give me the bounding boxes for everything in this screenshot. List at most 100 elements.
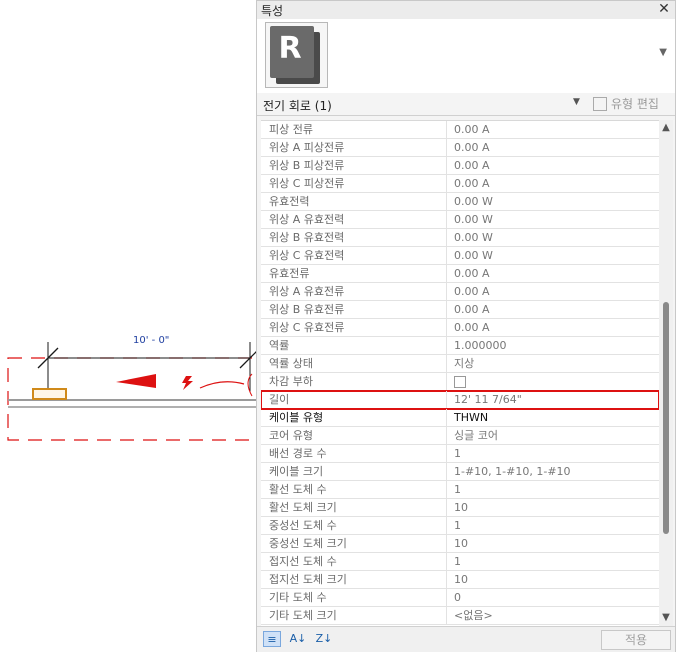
property-row[interactable]: 접지선 도체 크기 10 bbox=[261, 571, 659, 589]
property-value[interactable]: 0.00 A bbox=[447, 157, 659, 174]
type-selector[interactable]: R ▼ bbox=[257, 19, 675, 94]
property-value[interactable]: 0.00 W bbox=[447, 247, 659, 264]
property-row[interactable]: 배선 경로 수1 bbox=[261, 445, 659, 463]
property-row[interactable]: 기타 도체 수0 bbox=[261, 589, 659, 607]
property-row[interactable]: 위상 B 피상전류 0.00 A bbox=[261, 157, 659, 175]
property-label: 위상 C 유효전류 bbox=[261, 319, 447, 336]
apply-button[interactable]: 적용 bbox=[601, 630, 671, 650]
property-label: 위상 A 유효전력 bbox=[261, 211, 447, 228]
property-row[interactable]: 길이 12' 11 7/64" bbox=[261, 390, 659, 410]
property-label: 배선 경로 수 bbox=[261, 445, 447, 462]
property-label: 역률 상태 bbox=[261, 355, 447, 372]
property-value[interactable]: THWN bbox=[447, 409, 659, 426]
property-value[interactable]: 0.00 W bbox=[447, 229, 659, 246]
property-value[interactable]: 0.00 A bbox=[447, 319, 659, 336]
palette-title-bar[interactable]: 특성 ✕ bbox=[257, 1, 675, 19]
property-row[interactable]: 위상 B 유효전류 0.00 A bbox=[261, 301, 659, 319]
sort-descending-icon[interactable]: Z↓ bbox=[315, 631, 333, 647]
instance-filter-row: 전기 회로 (1) ▼ 유형 편집 bbox=[257, 93, 675, 116]
property-value[interactable]: 싱글 코어 bbox=[447, 427, 659, 444]
property-row[interactable]: 위상 A 피상전류 0.00 A bbox=[261, 139, 659, 157]
property-label: 역률 bbox=[261, 337, 447, 354]
property-value[interactable]: 1 bbox=[447, 517, 659, 534]
properties-scrollbar[interactable]: ▲ ▼ bbox=[659, 120, 673, 626]
edit-type-button[interactable]: 유형 편집 bbox=[593, 95, 659, 113]
property-value[interactable]: 0.00 A bbox=[447, 301, 659, 318]
property-row[interactable]: 위상 A 유효전류 0.00 A bbox=[261, 283, 659, 301]
property-row[interactable]: 활선 도체 수1 bbox=[261, 481, 659, 499]
wire-arc[interactable] bbox=[199, 381, 245, 389]
property-value[interactable]: 1 bbox=[447, 481, 659, 498]
property-row[interactable]: 위상 C 유효전류 0.00 A bbox=[261, 319, 659, 337]
property-label: 코어 유형 bbox=[261, 427, 447, 444]
palette-title: 특성 bbox=[261, 4, 284, 18]
property-value[interactable]: 10 bbox=[447, 571, 659, 588]
property-label: 위상 C 피상전류 bbox=[261, 175, 447, 192]
property-label: 피상 전류 bbox=[261, 121, 447, 138]
property-row[interactable]: 케이블 크기 1-#10, 1-#10, 1-#10 bbox=[261, 463, 659, 481]
property-value[interactable]: 0.00 A bbox=[447, 283, 659, 300]
property-label: 중성선 도체 수 bbox=[261, 517, 447, 534]
chevron-down-icon[interactable]: ▼ bbox=[659, 47, 667, 58]
property-value[interactable]: 0.00 A bbox=[447, 121, 659, 138]
property-row[interactable]: 위상 B 유효전력 0.00 W bbox=[261, 229, 659, 247]
property-label: 위상 B 유효전력 bbox=[261, 229, 447, 246]
property-label: 위상 C 유효전력 bbox=[261, 247, 447, 264]
property-row[interactable]: 역률 상태 지상 bbox=[261, 355, 659, 373]
property-label: 위상 B 피상전류 bbox=[261, 157, 447, 174]
property-row[interactable]: 코어 유형 싱글 코어 bbox=[261, 427, 659, 445]
property-row[interactable]: 접지선 도체 수1 bbox=[261, 553, 659, 571]
property-row[interactable]: 중성선 도체 수1 bbox=[261, 517, 659, 535]
property-row[interactable]: 기타 도체 크기 <없음> bbox=[261, 607, 659, 625]
property-label: 케이블 유형 bbox=[261, 409, 447, 426]
circuit-bolt-symbol bbox=[182, 376, 193, 390]
property-row[interactable]: 피상 전류 0.00 A bbox=[261, 121, 659, 139]
property-value[interactable]: 1 bbox=[447, 553, 659, 570]
property-value[interactable]: 지상 bbox=[447, 355, 659, 372]
property-value[interactable]: 0 bbox=[447, 589, 659, 606]
property-value[interactable]: <없음> bbox=[447, 607, 659, 624]
categorize-icon[interactable]: ≡ bbox=[263, 631, 281, 647]
property-value[interactable]: 1 bbox=[447, 445, 659, 462]
property-label: 접지선 도체 수 bbox=[261, 553, 447, 570]
property-label: 길이 bbox=[261, 391, 447, 408]
scroll-up-icon[interactable]: ▲ bbox=[659, 120, 673, 136]
property-row[interactable]: 위상 C 유효전력 0.00 W bbox=[261, 247, 659, 265]
subtract-load-checkbox[interactable] bbox=[454, 376, 466, 388]
property-row[interactable]: 케이블 유형 THWN bbox=[261, 409, 659, 427]
property-label: 유효전류 bbox=[261, 265, 447, 282]
scroll-down-icon[interactable]: ▼ bbox=[659, 610, 673, 626]
property-value[interactable]: 10 bbox=[447, 535, 659, 552]
property-label: 기타 도체 크기 bbox=[261, 607, 447, 624]
property-row[interactable]: 중성선 도체 크기 10 bbox=[261, 535, 659, 553]
property-row[interactable]: 유효전력 0.00 W bbox=[261, 193, 659, 211]
property-label: 위상 B 유효전류 bbox=[261, 301, 447, 318]
property-label: 위상 A 유효전류 bbox=[261, 283, 447, 300]
sort-ascending-icon[interactable]: A↓ bbox=[289, 631, 307, 647]
property-row[interactable]: 역률 1.000000 bbox=[261, 337, 659, 355]
property-value[interactable]: 0.00 A bbox=[447, 265, 659, 282]
instance-filter-chevron-icon[interactable]: ▼ bbox=[573, 97, 580, 107]
property-value[interactable]: 0.00 A bbox=[447, 139, 659, 156]
property-label: 활선 도체 크기 bbox=[261, 499, 447, 516]
property-value[interactable]: 0.00 W bbox=[447, 193, 659, 210]
property-row[interactable]: 유효전류 0.00 A bbox=[261, 265, 659, 283]
property-value[interactable]: 10 bbox=[447, 499, 659, 516]
instance-filter-label[interactable]: 전기 회로 (1) bbox=[263, 97, 332, 114]
property-value[interactable] bbox=[447, 373, 659, 390]
property-value[interactable]: 12' 11 7/64" bbox=[447, 391, 659, 408]
property-value[interactable]: 0.00 A bbox=[447, 175, 659, 192]
property-value[interactable]: 0.00 W bbox=[447, 211, 659, 228]
edit-type-label: 유형 편집 bbox=[611, 97, 659, 111]
property-row[interactable]: 차감 부하 bbox=[261, 373, 659, 391]
property-value[interactable]: 1.000000 bbox=[447, 337, 659, 354]
property-row[interactable]: 위상 A 유효전력 0.00 W bbox=[261, 211, 659, 229]
property-value[interactable]: 1-#10, 1-#10, 1-#10 bbox=[447, 463, 659, 480]
home-run-arrow[interactable] bbox=[116, 374, 156, 388]
scroll-thumb[interactable] bbox=[663, 302, 669, 534]
electrical-fixture[interactable] bbox=[32, 388, 67, 400]
properties-palette: 특성 ✕ R ▼ 전기 회로 (1) ▼ 유형 편집 피상 전류 0.00 A 위상… bbox=[256, 0, 676, 652]
property-row[interactable]: 활선 도체 크기 10 bbox=[261, 499, 659, 517]
property-row[interactable]: 위상 C 피상전류 0.00 A bbox=[261, 175, 659, 193]
close-icon[interactable]: ✕ bbox=[657, 1, 671, 17]
